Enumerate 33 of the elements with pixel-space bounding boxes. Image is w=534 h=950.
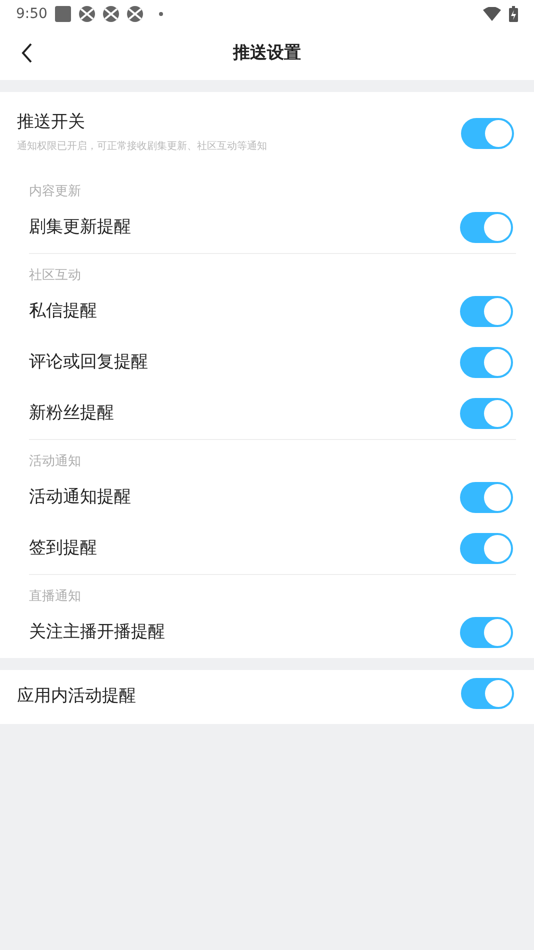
setting-description: 通知权限已开启，可正常接收剧集更新、社区互动等通知	[17, 140, 268, 154]
section-header: 内容更新	[29, 184, 81, 199]
setting-label: 活动通知提醒	[29, 486, 132, 509]
toggle-switch[interactable]	[460, 212, 513, 243]
aperture-icon	[79, 6, 96, 22]
wifi-icon	[483, 7, 501, 21]
battery-icon	[509, 6, 518, 22]
toggle-switch[interactable]	[460, 398, 513, 429]
setting-label: 签到提醒	[29, 536, 98, 560]
page-title: 推送设置	[233, 42, 301, 66]
setting-label: 应用内活动提醒	[17, 685, 137, 708]
dot-icon	[159, 12, 164, 16]
setting-label: 私信提醒	[29, 300, 98, 323]
aperture-icon	[127, 6, 144, 22]
setting-label: 剧集更新提醒	[29, 216, 132, 239]
section-header: 社区互动	[29, 268, 81, 283]
setting-label: 关注主播开播提醒	[29, 620, 166, 644]
setting-title: 推送开关	[17, 111, 86, 134]
section-header: 活动通知	[29, 454, 81, 469]
toggle-switch[interactable]	[460, 617, 513, 648]
status-time: 9:50	[16, 4, 48, 24]
toggle-switch[interactable]	[461, 678, 514, 709]
toggle-switch[interactable]	[461, 118, 514, 149]
square-icon	[55, 6, 72, 22]
setting-label: 评论或回复提醒	[29, 350, 149, 374]
toggle-switch[interactable]	[460, 296, 513, 327]
toggle-switch[interactable]	[460, 533, 513, 564]
aperture-icon	[103, 6, 120, 22]
section-header: 直播通知	[29, 589, 81, 604]
setting-label: 新粉丝提醒	[29, 402, 115, 425]
toggle-switch[interactable]	[460, 347, 513, 378]
toggle-switch[interactable]	[460, 482, 513, 513]
back-icon[interactable]	[20, 42, 34, 64]
